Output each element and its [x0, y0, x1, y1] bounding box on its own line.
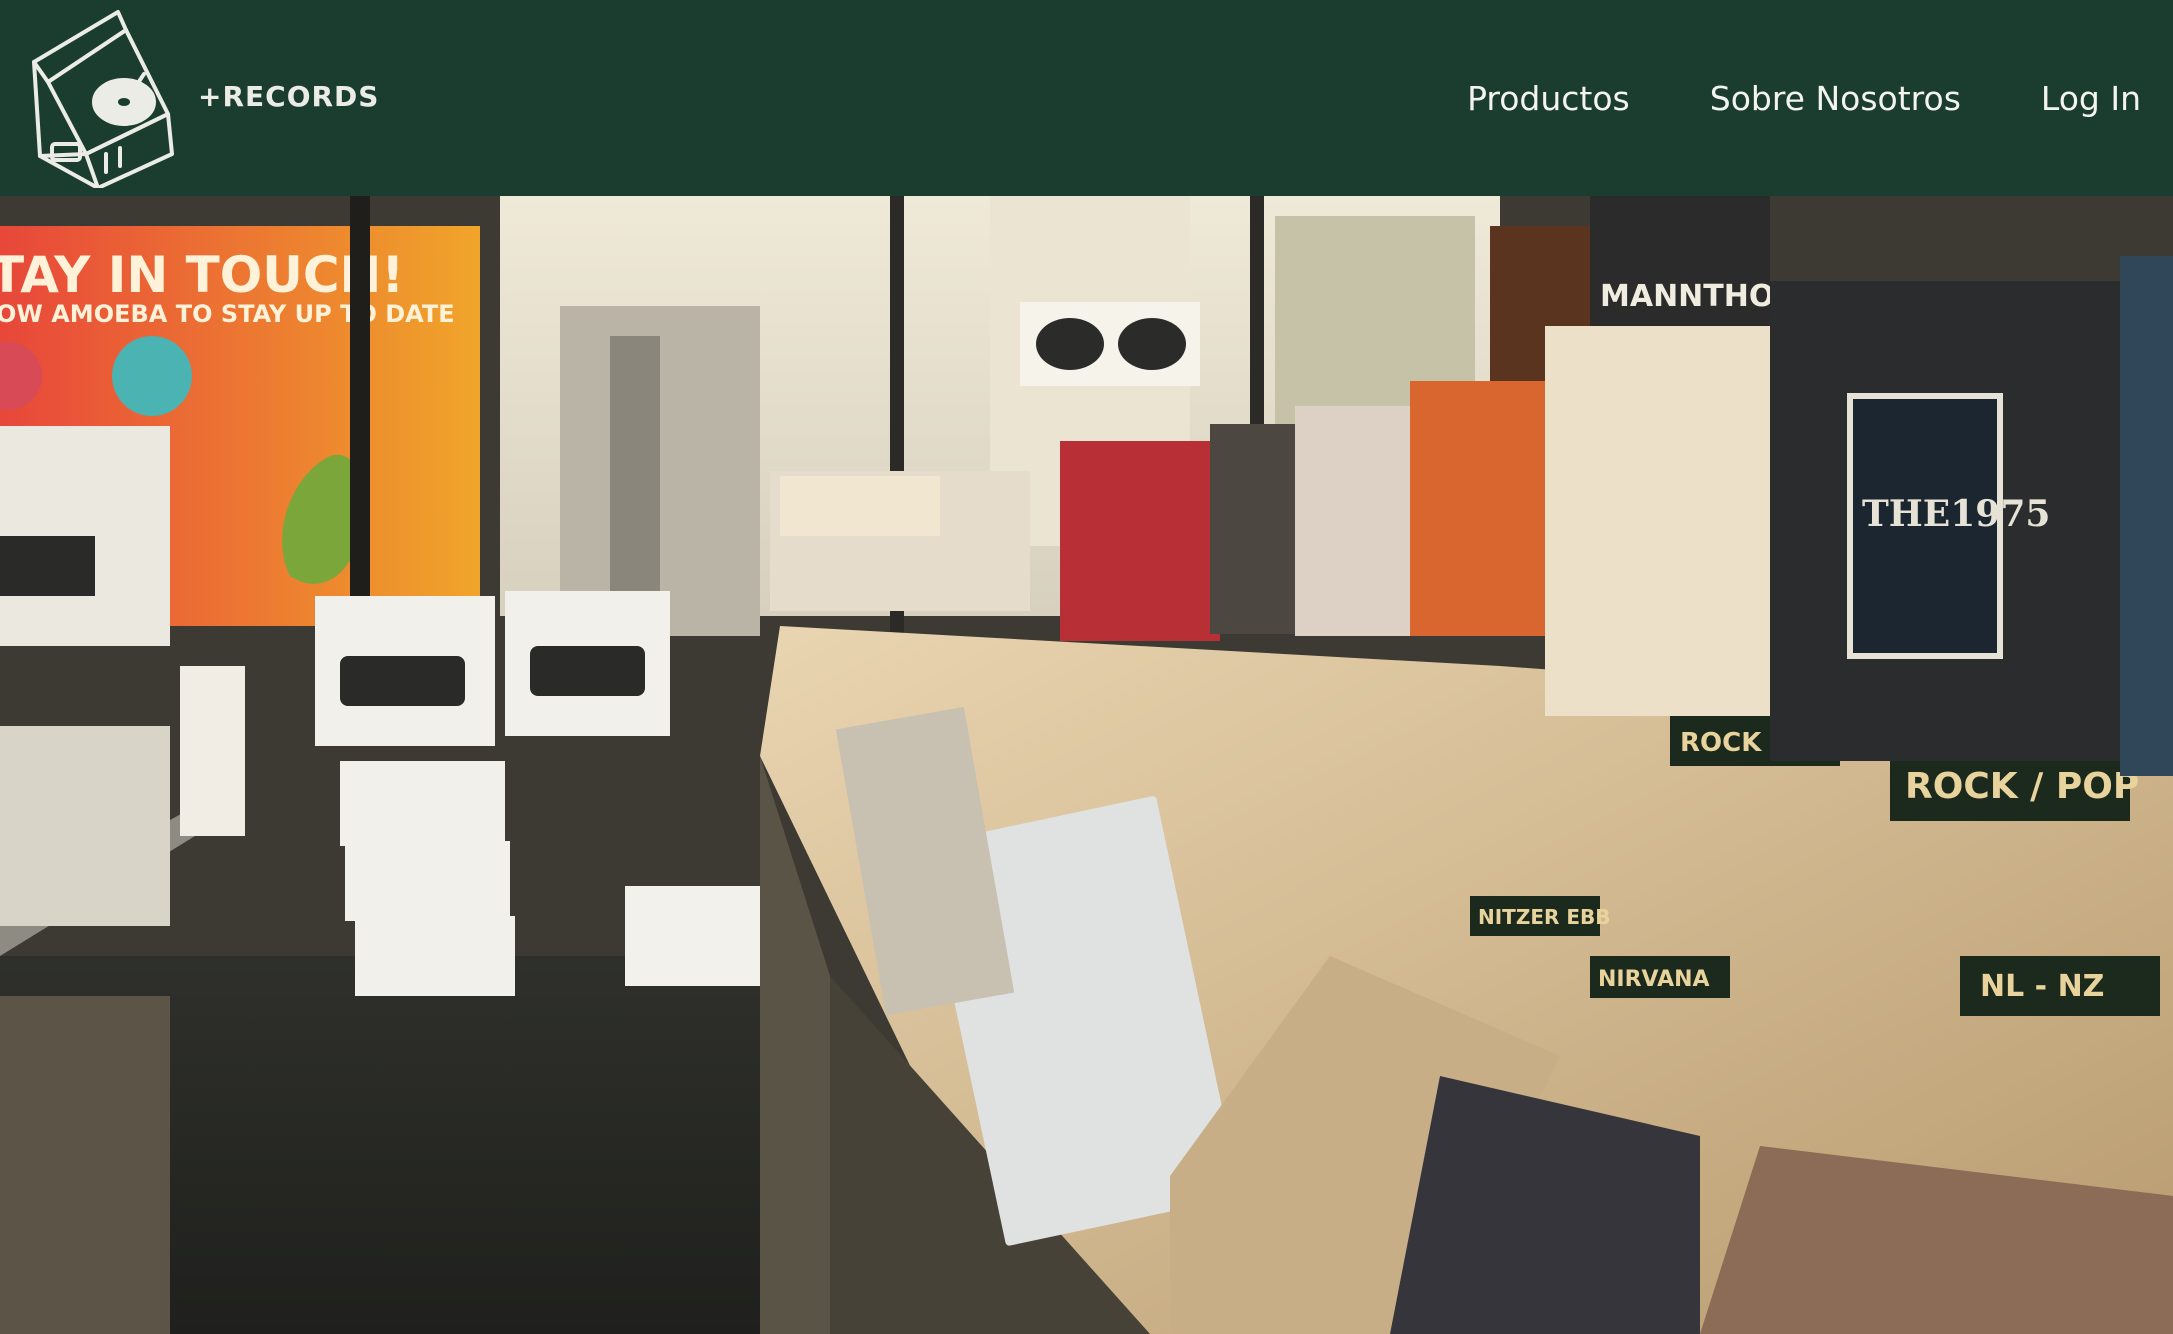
- nav-link-sobre-nosotros[interactable]: Sobre Nosotros: [1710, 79, 1961, 118]
- poster-subtitle: OW AMOEBA TO STAY UP TO DATE: [0, 300, 455, 328]
- record-store-photo: TAY IN TOUCH! OW AMOEBA TO STAY UP TO DA…: [0, 196, 2173, 1334]
- main-nav: Productos Sobre Nosotros Log In: [1387, 79, 2173, 118]
- record-player-icon: [32, 10, 174, 188]
- top-navbar: +RECORDS Productos Sobre Nosotros Log In: [0, 0, 2173, 196]
- brand[interactable]: +RECORDS: [0, 0, 379, 196]
- nav-link-productos[interactable]: Productos: [1467, 79, 1630, 118]
- brand-name: +RECORDS: [198, 80, 380, 113]
- bin-label-nirvana: NIRVANA: [1598, 967, 1710, 992]
- record-title-the1975: THE1975: [1862, 493, 2050, 535]
- hero-banner: TAY IN TOUCH! OW AMOEBA TO STAY UP TO DA…: [0, 196, 2173, 1334]
- bin-label-nitzer-ebb: NITZER EBB: [1478, 905, 1611, 929]
- poster-title: TAY IN TOUCH!: [0, 246, 404, 304]
- bin-label-rock-pop-2: ROCK / POP: [1905, 766, 2139, 807]
- nav-link-log-in[interactable]: Log In: [2041, 79, 2141, 118]
- bin-label-nl-nz: NL - NZ: [1980, 969, 2104, 1004]
